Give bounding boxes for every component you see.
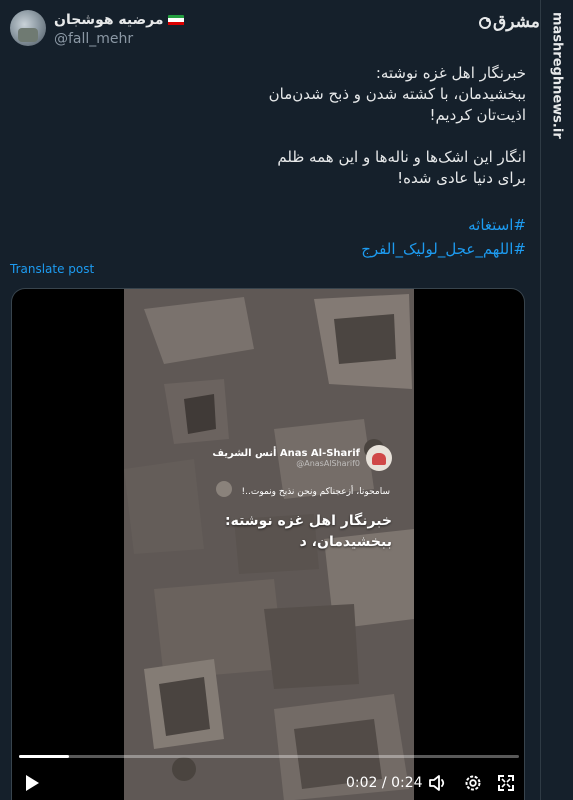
tweet-text: خبرنگار اهل غزه نوشته: ببخشیدمان، با کشت… <box>26 63 526 189</box>
avatar[interactable] <box>10 10 46 46</box>
tweet-line: خبرنگار اهل غزه نوشته: <box>375 64 526 82</box>
fullscreen-icon <box>498 775 514 791</box>
channel-name: أنس الشريف Anas Al-Sharif <box>212 448 360 459</box>
channel-avatar <box>366 445 392 471</box>
video-caption-arabic: سامحونا، أزعجناكم ونحن نذبح ونموت..! <box>241 487 390 497</box>
hashtag-link[interactable]: #استغاثه <box>26 213 526 237</box>
channel-handle: @AnasAlSharif0 <box>296 459 360 468</box>
video-frame[interactable]: أنس الشريف Anas Al-Sharif @AnasAlSharif0… <box>124 289 414 800</box>
hashtags: #استغاثه #اللهم_عجل_لولیک_الفرج <box>26 213 526 261</box>
volume-icon <box>429 775 445 791</box>
current-time: 0:02 <box>346 775 378 791</box>
watermark: mashreghnews.ir <box>545 12 569 139</box>
video-caption-line: خبرنگار اهل غزه نوشته: <box>225 513 392 529</box>
logo-text: مشرق <box>493 12 540 32</box>
tweet-line: اذیت‌تان کردیم! <box>429 106 526 124</box>
volume-button[interactable] <box>428 773 448 793</box>
author-block: مرضیه هوشجان @fall_mehr <box>54 11 214 47</box>
tweet-line: ببخشیدمان، با کشته شدن و ذبح شدن‌مان <box>268 85 526 103</box>
translate-post-link[interactable]: Translate post <box>10 262 94 276</box>
video-time: 0:02 / 0:24 <box>346 773 423 793</box>
display-name[interactable]: مرضیه هوشجان <box>54 12 164 28</box>
play-icon <box>26 775 39 791</box>
watermark-text: mashreghnews.ir <box>549 12 565 139</box>
mashregh-logo-icon <box>479 17 491 29</box>
play-button[interactable] <box>22 773 42 793</box>
hashtag-link[interactable]: #اللهم_عجل_لولیک_الفرج <box>26 237 526 261</box>
channel-badge: أنس الشريف Anas Al-Sharif @AnasAlSharif0 <box>212 445 392 471</box>
video-player[interactable]: أنس الشريف Anas Al-Sharif @AnasAlSharif0… <box>11 288 525 800</box>
video-progress-bar[interactable] <box>19 755 519 758</box>
fullscreen-button[interactable] <box>496 773 516 793</box>
tweet-card: مرضیه هوشجان @fall_mehr مشرق خبرنگار اهل… <box>0 0 540 800</box>
video-caption: خبرنگار اهل غزه نوشته: ببخشیدمان، د <box>225 511 392 553</box>
tweet-line: برای دنیا عادی شده! <box>397 169 526 187</box>
video-caption-line: ببخشیدمان، د <box>299 534 392 550</box>
settings-button[interactable] <box>463 773 483 793</box>
iran-flag-icon <box>167 14 184 26</box>
display-name-row: مرضیه هوشجان <box>54 11 214 29</box>
time-separator: / <box>377 775 392 791</box>
user-handle[interactable]: @fall_mehr <box>54 31 214 47</box>
video-progress-fill <box>19 755 69 758</box>
mashregh-logo: مشرق <box>478 12 540 34</box>
duration: 0:24 <box>391 775 423 791</box>
gear-icon <box>465 775 481 791</box>
tweet-line: انگار این اشک‌ها و ناله‌ها و این همه ظلم <box>277 148 526 166</box>
video-controls: 0:02 / 0:24 <box>12 765 524 800</box>
watermark-strip: mashreghnews.ir <box>540 0 573 800</box>
